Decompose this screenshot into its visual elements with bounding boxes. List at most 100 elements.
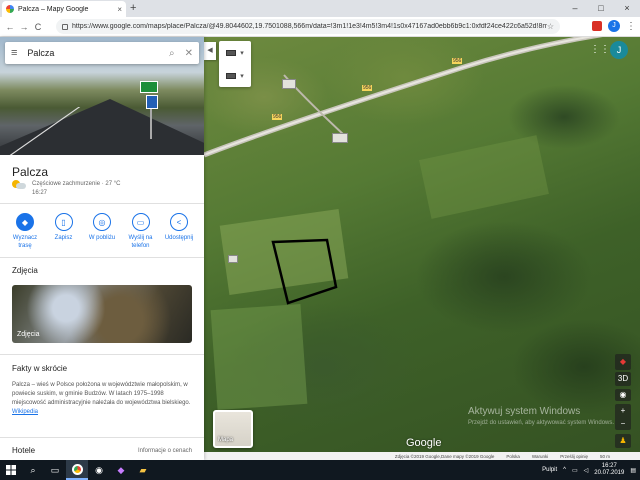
terms-link[interactable]: Warunki [532,454,548,459]
action-label: Wyznacz trasę [12,235,38,249]
divider [0,354,204,355]
windows-activation-title: Aktywuj system Windows [468,406,581,417]
weather-text: Częściowe zachmurzenie · 27 °C [32,181,121,187]
task-view-icon[interactable]: ▭ [44,460,66,480]
collapse-panel-button[interactable]: ◀ [204,42,216,60]
dropdown-icon: ▾ [240,49,244,57]
nearby-button[interactable]: ◎ W pobliżu [83,213,121,250]
directions-button[interactable]: ◆ Wyznacz trasę [6,213,44,250]
search-box[interactable]: ≡ Palcza ⌕ ✕ [5,42,199,64]
share-icon: < [170,213,188,231]
share-button[interactable]: < Udostępnij [160,213,198,250]
clock-date: 20.07.2019 [594,470,625,476]
clear-icon[interactable]: ✕ [185,48,193,59]
search-taskbar-icon[interactable]: ⌕ [22,460,44,480]
compass-icon[interactable]: ◆ [615,354,631,370]
explorer-taskbar-icon[interactable]: ▰ [132,460,154,480]
bookmark-icon: ▯ [54,213,73,231]
satellite-map[interactable]: 956 956 956 [204,37,640,452]
browser-toolbar: ← → C https://www.google.com/maps/place/… [0,17,640,37]
start-button[interactable] [0,460,22,480]
photos-heading: Zdjęcia [12,266,38,275]
clock[interactable]: 16:27 20.07.2019 [594,463,624,477]
layer-option[interactable]: ▾ [219,41,251,64]
zoom-in-button[interactable]: + [615,404,631,417]
building [228,255,238,263]
notifications-icon[interactable]: ▤ [630,467,636,474]
chrome-taskbar-icon[interactable] [66,460,88,480]
steam-taskbar-icon[interactable]: ◉ [88,460,110,480]
place-panel: ≡ Palcza ⌕ ✕ Palcza Częściowe zachmurzen… [0,37,204,460]
country-link[interactable]: Polska [506,454,520,459]
photo-caption: Zdjęcia [17,331,40,338]
app-taskbar-icon[interactable]: ◆ [110,460,132,480]
windows-icon [6,465,16,475]
network-icon[interactable]: ▭ [572,467,578,474]
road-label: 956 [362,85,373,91]
profile-avatar[interactable]: J [608,20,620,32]
close-window-button[interactable]: × [614,0,640,16]
save-button[interactable]: ▯ Zapisz [45,213,83,250]
building [282,79,296,89]
facts-text: Palcza – wieś w Polsce położona w wojewó… [12,381,192,417]
layer-control[interactable]: ▾ ▾ [219,41,251,87]
directions-icon: ◆ [16,213,34,231]
road-label: 956 [272,114,283,120]
bookmark-star-icon[interactable]: ☆ [547,22,554,31]
place-sign [146,95,158,109]
wikipedia-link[interactable]: Wikipedia [12,409,38,415]
divider [0,203,204,204]
place-boundary [271,238,338,305]
hotels-row: Hotele Informacje o cenach [12,446,192,455]
photo-thumbnail[interactable]: Zdjęcia [12,285,192,343]
forward-button[interactable]: → [17,22,31,32]
tab-close-icon[interactable]: × [117,5,122,14]
layer-icon [226,49,237,56]
facts-heading: Fakty w skrócie [12,364,68,373]
account-avatar[interactable]: J [610,41,628,59]
back-button[interactable]: ← [3,22,17,32]
phone-icon: ▭ [131,213,150,231]
3d-button[interactable]: 3D [615,372,631,386]
sign-post [150,109,152,139]
search-icon[interactable]: ⌕ [169,48,175,59]
price-info-link[interactable]: Informacje o cenach [138,448,192,454]
pegman-icon[interactable]: ♟ [615,434,631,448]
chevron-up-icon[interactable]: ^ [563,467,566,473]
action-label: Wyślij na telefon [128,235,153,249]
feedback-link[interactable]: Prześlij opinię [560,454,588,459]
map-type-toggle[interactable]: Mapa [213,410,253,448]
maximize-button[interactable]: □ [588,0,614,16]
tab-strip: Palcza – Mapy Google × + – □ × [0,0,640,17]
minimize-button[interactable]: – [562,0,588,16]
action-label: W pobliżu [88,235,116,241]
chrome-icon [71,463,83,475]
my-location-icon[interactable]: ◉ [615,389,631,401]
new-tab-button[interactable]: + [130,2,136,14]
map-status-bar: Zdjęcia ©2019 Google,Dane mapy ©2019 Goo… [204,452,640,460]
reload-button[interactable]: C [31,22,45,32]
menu-icon[interactable]: ≡ [11,47,17,59]
action-buttons: ◆ Wyznacz trasę ▯ Zapisz ◎ W pobliżu ▭ W… [6,213,198,250]
attribution-text: Zdjęcia ©2019 Google,Dane mapy ©2019 Goo… [394,453,495,459]
browser-tab[interactable]: Palcza – Mapy Google × [2,1,126,17]
dropdown-icon: ▾ [240,72,244,80]
volume-icon[interactable]: ◁ [584,467,589,474]
layer-option[interactable]: ▾ [219,64,251,87]
place-title: Palcza [12,165,49,179]
window-controls: – □ × [562,0,640,16]
action-label: Udostępnij [164,235,194,241]
road-graphic [0,99,204,155]
send-to-phone-button[interactable]: ▭ Wyślij na telefon [122,213,160,250]
tab-title: Palcza – Mapy Google [18,5,89,13]
desktop-label[interactable]: Pulpit [542,467,557,473]
address-bar[interactable]: https://www.google.com/maps/place/Palcza… [56,19,560,34]
divider [0,437,204,438]
nearby-icon: ◎ [93,213,111,231]
search-input[interactable]: Palcza [27,48,159,58]
extension-icon[interactable] [592,21,602,31]
browser-menu-icon[interactable]: ⋮ [626,21,636,32]
minimap-label: Mapa [218,437,234,443]
action-label: Zapisz [54,235,73,241]
weather-time: 16:27 [32,190,48,196]
